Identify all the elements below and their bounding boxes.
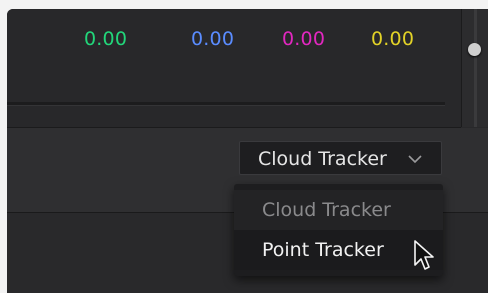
chevron-down-icon xyxy=(408,155,422,164)
slider-track xyxy=(474,9,477,127)
menu-item-point-tracker[interactable]: Point Tracker xyxy=(234,230,443,270)
tracker-type-dropdown[interactable]: Cloud Tracker xyxy=(239,141,442,175)
vertical-slider[interactable] xyxy=(461,9,488,127)
value-green: 0.00 xyxy=(84,28,128,50)
timeline-scrollbar[interactable] xyxy=(7,102,445,106)
slider-knob[interactable] xyxy=(468,43,481,56)
value-yellow: 0.00 xyxy=(371,28,415,50)
menu-item-cloud-tracker[interactable]: Cloud Tracker xyxy=(234,190,443,230)
tracker-type-menu: Cloud Tracker Point Tracker xyxy=(234,184,443,276)
value-blue: 0.00 xyxy=(191,28,235,50)
value-magenta: 0.00 xyxy=(282,28,326,50)
color-values-panel: 0.00 0.00 0.00 0.00 xyxy=(7,9,461,128)
dropdown-selected-label: Cloud Tracker xyxy=(258,148,387,170)
cursor-arrow-icon xyxy=(414,240,434,270)
